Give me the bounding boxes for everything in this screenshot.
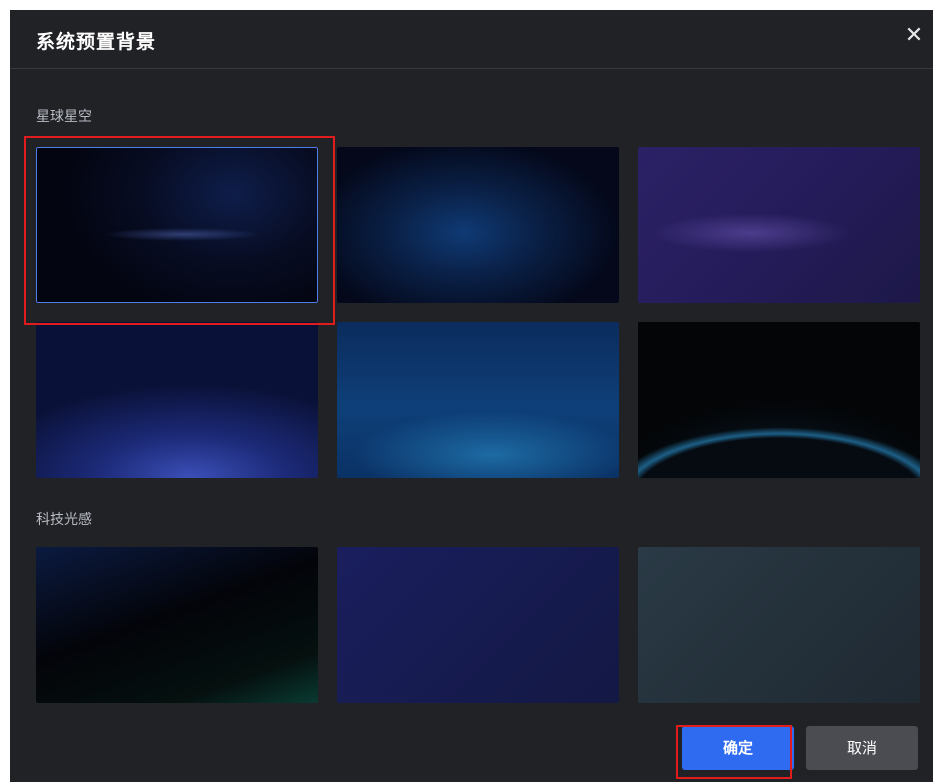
background-thumbnail-starry-1[interactable] — [36, 147, 318, 303]
confirm-button[interactable]: 确定 — [682, 726, 794, 770]
background-thumbnail-starry-4[interactable] — [36, 322, 318, 478]
background-thumbnail-starry-3[interactable] — [638, 147, 920, 303]
background-thumbnail-starry-6[interactable] — [638, 322, 920, 478]
close-icon[interactable]: ✕ — [901, 23, 927, 49]
background-thumbnail-starry-5[interactable] — [337, 322, 619, 478]
background-thumbnail-tech-2[interactable] — [337, 547, 619, 703]
background-thumbnail-starry-2[interactable] — [337, 147, 619, 303]
preset-background-dialog: 系统预置背景 ✕ 星球星空 科技光感 确定 取消 — [10, 10, 933, 782]
dialog-header: 系统预置背景 ✕ — [10, 10, 933, 69]
cancel-button[interactable]: 取消 — [806, 726, 918, 770]
section-label-tech: 科技光感 — [36, 512, 92, 528]
background-thumbnail-tech-1[interactable] — [36, 547, 318, 703]
section-label-starry: 星球星空 — [36, 109, 92, 125]
background-thumbnail-tech-3[interactable] — [638, 547, 920, 703]
dialog-title: 系统预置背景 — [36, 31, 157, 53]
